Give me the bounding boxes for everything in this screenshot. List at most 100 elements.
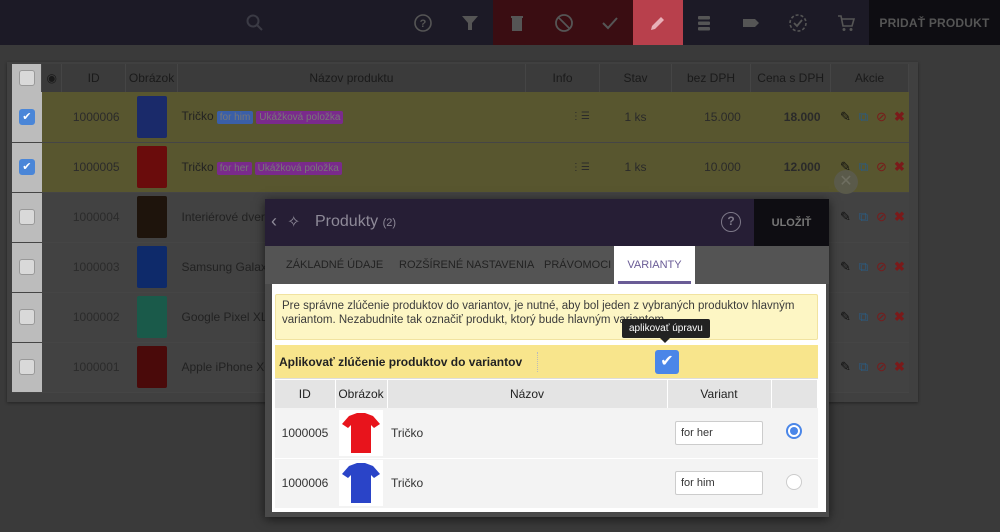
main-variant-radio[interactable]: [786, 423, 803, 440]
header-status[interactable]: Stav: [599, 64, 672, 92]
sample-badge: Ukážková položka: [256, 111, 344, 125]
ban-icon[interactable]: ⊘: [873, 259, 891, 275]
variant-name: Tričko: [387, 458, 667, 509]
tab-variants[interactable]: VARIANTY: [614, 246, 695, 284]
product-image: [136, 146, 167, 188]
delete-icon[interactable]: ✖: [891, 109, 909, 125]
edit-icon[interactable]: ✎: [837, 309, 855, 325]
price-vat-cell: 12.000: [750, 142, 831, 193]
var-header-image: Obrázok: [335, 380, 388, 408]
modal-help-button[interactable]: ?: [721, 212, 741, 232]
main-variant-radio[interactable]: [786, 473, 803, 490]
ban-icon[interactable]: ⊘: [873, 109, 891, 125]
var-header-id: ID: [275, 380, 336, 408]
header-id[interactable]: ID: [61, 64, 127, 92]
add-product-button[interactable]: PRIDAŤ PRODUKT: [869, 0, 1000, 45]
edit-icon[interactable]: ✎: [837, 209, 855, 225]
product-name[interactable]: Tričko: [182, 109, 214, 123]
product-name[interactable]: Tričko: [182, 160, 214, 174]
product-name[interactable]: Google Pixel XL: [182, 310, 268, 324]
product-image-cell: [125, 142, 178, 193]
header-price-no-vat[interactable]: bez DPH: [671, 64, 752, 92]
list-button[interactable]: [686, 0, 722, 45]
row-checkbox[interactable]: [18, 259, 35, 275]
variant-image: [339, 460, 383, 506]
save-button[interactable]: ULOŽIŤ: [754, 199, 829, 246]
external-link-icon[interactable]: ⧉: [855, 109, 873, 125]
edit-icon[interactable]: ✎: [837, 359, 855, 375]
product-image: [136, 196, 167, 238]
product-image: [136, 246, 167, 288]
back-chevron-icon[interactable]: ‹: [271, 211, 277, 232]
product-name[interactable]: Apple iPhone XC: [182, 360, 273, 374]
svg-text:?: ?: [420, 18, 427, 30]
delete-icon[interactable]: ✖: [891, 359, 909, 375]
filter-button[interactable]: [452, 0, 488, 45]
header-name[interactable]: Názov produktu: [177, 64, 526, 92]
ban-icon[interactable]: ⊘: [873, 209, 891, 225]
list-icon: [698, 15, 710, 30]
help-button[interactable]: ?: [405, 0, 441, 45]
row-checkbox[interactable]: [18, 359, 35, 375]
price-no-vat: 10.000: [704, 160, 741, 174]
external-link-icon[interactable]: ⧉: [855, 359, 873, 375]
actions-cell: ✎ ⧉ ⊘ ✖: [830, 342, 909, 393]
row-checkbox[interactable]: ✔: [18, 108, 35, 125]
verify-button[interactable]: [780, 0, 816, 45]
tab-basic[interactable]: ZÁKLADNÉ ÚDAJE: [286, 246, 383, 284]
external-link-icon[interactable]: ⧉: [855, 209, 873, 225]
ban-icon[interactable]: ⊘: [873, 309, 891, 325]
apply-merge-checkbox[interactable]: ✔: [655, 350, 679, 374]
product-name-cell: Tričko for her Ukážková položka: [177, 142, 526, 193]
row-checkbox[interactable]: [18, 309, 35, 325]
ordered-list-icon[interactable]: ⋮☰: [571, 162, 590, 173]
disable-button[interactable]: [540, 0, 587, 45]
tab-permissions[interactable]: PRÁVOMOCI: [544, 246, 611, 284]
external-link-icon[interactable]: ⧉: [855, 309, 873, 325]
edit-button[interactable]: [633, 0, 683, 45]
product-row[interactable]: ✔ 1000006 Tričko for him Ukážková položka …: [12, 92, 909, 143]
variant-image: [339, 409, 383, 456]
external-link-icon[interactable]: ⧉: [855, 259, 873, 275]
edit-icon[interactable]: ✎: [837, 259, 855, 275]
delete-icon[interactable]: ✖: [891, 259, 909, 275]
delete-icon[interactable]: ✖: [891, 159, 909, 175]
info-cell: ⋮☰: [525, 92, 600, 143]
search-button[interactable]: [240, 0, 270, 45]
row-checkbox[interactable]: [18, 209, 35, 225]
product-name[interactable]: Samsung Galaxy: [182, 260, 273, 274]
row-checkbox[interactable]: ✔: [18, 159, 35, 175]
ban-icon[interactable]: ⊘: [873, 159, 891, 175]
overlay-close-button[interactable]: ✕: [834, 170, 858, 194]
tab-advanced[interactable]: ROZŠÍRENÉ NASTAVENIA: [399, 246, 534, 284]
delete-icon[interactable]: ✖: [891, 209, 909, 225]
product-id: 1000005: [61, 142, 126, 193]
tag-button[interactable]: [733, 0, 769, 45]
row-select-cell: [12, 292, 42, 343]
ordered-list-icon[interactable]: ⋮☰: [571, 111, 590, 122]
product-image: [136, 296, 167, 338]
product-name[interactable]: Interiérové dvere: [182, 210, 272, 224]
product-row[interactable]: ✔ 1000005 Tričko for her Ukážková položka …: [12, 142, 909, 193]
select-all-checkbox[interactable]: [18, 70, 35, 86]
eye-icon: ◉: [46, 71, 58, 85]
cart-button[interactable]: [828, 0, 864, 45]
help-icon: ?: [414, 13, 432, 32]
header-price-vat[interactable]: Cena s DPH: [750, 64, 831, 92]
modal-title: Produkty (2): [315, 213, 396, 231]
edit-icon[interactable]: ✎: [837, 109, 855, 125]
external-link-icon[interactable]: ⧉: [855, 159, 873, 175]
variant-image-cell: [335, 458, 387, 509]
products-modal: ‹ ✧ Produkty (2) ? ULOŽIŤ ZÁKLADNÉ ÚDAJE…: [265, 199, 829, 517]
approve-button[interactable]: [587, 0, 633, 45]
variant-input[interactable]: [675, 420, 763, 445]
product-image-cell: [125, 92, 178, 143]
ban-icon[interactable]: ⊘: [873, 359, 891, 375]
ban-icon: [554, 13, 573, 32]
actions-cell: ✎ ⧉ ⊘ ✖: [830, 292, 909, 343]
variant-input[interactable]: [675, 471, 763, 495]
visibility-cell: [41, 242, 62, 293]
delete-button[interactable]: [493, 0, 540, 45]
product-id: 1000004: [61, 192, 126, 243]
delete-icon[interactable]: ✖: [891, 309, 909, 325]
